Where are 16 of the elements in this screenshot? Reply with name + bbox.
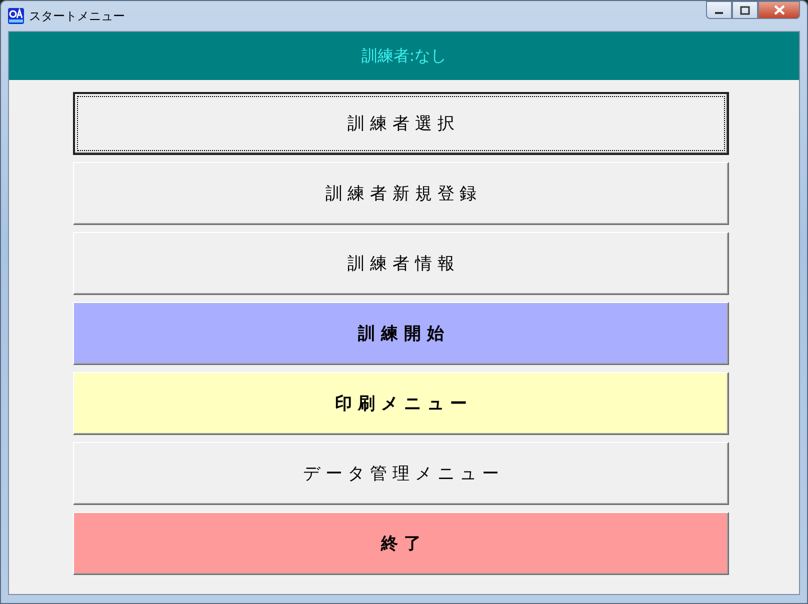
close-icon: [774, 5, 784, 15]
menu-button[interactable]: 訓 練 者 情 報: [73, 232, 729, 295]
maximize-icon: [740, 6, 750, 14]
app-icon: [8, 8, 24, 24]
minimize-icon: [715, 12, 723, 14]
menu-button[interactable]: 訓 練 開 始: [73, 302, 729, 365]
menu-button[interactable]: 印 刷 メ ニ ュ ー: [73, 372, 729, 435]
minimize-button[interactable]: [706, 1, 732, 19]
menu-button[interactable]: 終 了: [73, 512, 729, 575]
menu-button[interactable]: 訓 練 者 選 択: [73, 92, 729, 155]
menu-button[interactable]: 訓 練 者 新 規 登 録: [73, 162, 729, 225]
window-title: スタートメニュー: [29, 8, 125, 24]
menu-button[interactable]: デ ー タ 管 理 メ ニ ュ ー: [73, 442, 729, 505]
close-button[interactable]: [758, 1, 800, 19]
trainee-status: 訓練者:なし: [361, 46, 447, 66]
maximize-button[interactable]: [732, 1, 758, 19]
